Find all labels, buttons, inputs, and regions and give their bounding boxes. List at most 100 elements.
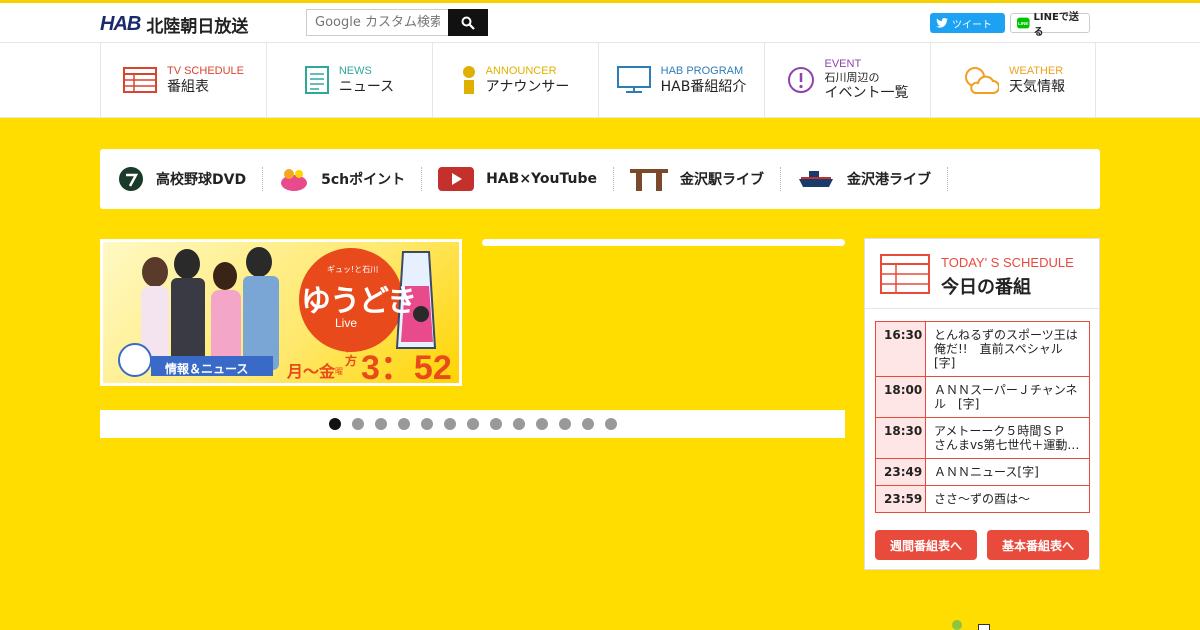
next-slide-preview[interactable] bbox=[482, 239, 845, 246]
logo-mark: HAB bbox=[100, 13, 141, 35]
quick-links-bar: 高校野球DVD 5chポイント HAB×YouTube 金沢駅ライブ 金沢港ライ… bbox=[100, 149, 1100, 209]
nav-en-label: HAB PROGRAM bbox=[660, 64, 744, 77]
quick-link-baseball-dvd[interactable]: 高校野球DVD bbox=[118, 167, 264, 191]
weather-sun-cloud-icon bbox=[965, 67, 999, 94]
schedule-title: ささ～ずの酉は～ bbox=[926, 486, 1089, 512]
banner-title: ゆうどき bbox=[301, 284, 417, 319]
banner-days: 月～金 bbox=[287, 362, 336, 381]
schedule-time: 23:59 bbox=[876, 486, 926, 512]
scroll-top-indicator[interactable] bbox=[952, 620, 962, 630]
search-icon bbox=[461, 16, 475, 30]
nav-en-label: NEWS bbox=[338, 64, 372, 77]
banner-tag: ギュッ!と石川 bbox=[327, 265, 379, 274]
carousel-dot[interactable] bbox=[535, 418, 548, 430]
quick-link-youtube[interactable]: HAB×YouTube bbox=[438, 167, 614, 191]
schedule-title: ＡＮＮスーパーＪチャンネル [字] bbox=[926, 377, 1089, 417]
todays-schedule-panel: TODAY' S SCHEDULE 今日の番組 16:30 とんねるずのスポーツ王… bbox=[864, 238, 1100, 570]
top-bar: HAB 北陸朝日放送 ツイート LINE LINEで送る bbox=[0, 0, 1200, 42]
announcer-person-icon bbox=[462, 66, 475, 94]
quick-link-kanazawa-station[interactable]: 金沢駅ライブ bbox=[629, 167, 781, 191]
nav-event[interactable]: EVENT 石川周辺の イベント一覧 bbox=[764, 43, 930, 117]
nav-jp-label: 天気情報 bbox=[1009, 78, 1065, 95]
youtube-play-icon bbox=[438, 167, 475, 191]
banner-evening: 夕方 bbox=[345, 340, 358, 368]
weekly-schedule-button[interactable]: 週間番組表へ bbox=[875, 530, 977, 560]
nav-news[interactable]: NEWS ニュース bbox=[266, 43, 432, 117]
schedule-row[interactable]: 23:59 ささ～ずの酉は～ bbox=[875, 486, 1090, 513]
schedule-row[interactable]: 18:00 ＡＮＮスーパーＪチャンネル [字] bbox=[875, 377, 1090, 418]
nav-tv-schedule[interactable]: TV SCHEDULE 番組表 bbox=[100, 43, 266, 117]
nav-hab-program[interactable]: HAB PROGRAM HAB番組紹介 bbox=[598, 43, 764, 117]
schedule-grid-icon bbox=[122, 67, 157, 93]
banner-info: 情報＆ニュース bbox=[165, 362, 249, 376]
schedule-time: 18:30 bbox=[876, 418, 926, 458]
nav-en-label: EVENT bbox=[824, 58, 862, 70]
nav-en-label: WEATHER bbox=[1009, 64, 1064, 77]
schedule-row[interactable]: 18:30 アメトーーク５時間ＳＰ さんまvs第七世代＋運動… bbox=[875, 418, 1090, 459]
carousel-dot[interactable] bbox=[558, 418, 571, 430]
nav-weather[interactable]: WEATHER 天気情報 bbox=[930, 43, 1096, 117]
schedule-time: 23:49 bbox=[876, 459, 926, 485]
quick-link-label: 金沢港ライブ bbox=[846, 172, 931, 188]
line-icon: LINE bbox=[1017, 17, 1030, 29]
mascot-5ch-icon bbox=[281, 169, 308, 191]
carousel-dot[interactable] bbox=[512, 418, 525, 430]
schedule-title: アメトーーク５時間ＳＰ さんまvs第七世代＋運動… bbox=[926, 418, 1089, 458]
nav-en-label: TV SCHEDULE bbox=[166, 64, 245, 77]
carousel-dot[interactable] bbox=[604, 418, 617, 430]
quick-link-5ch-point[interactable]: 5chポイント bbox=[279, 167, 423, 191]
schedule-grid-icon bbox=[880, 254, 930, 294]
svg-text:LINE: LINE bbox=[1018, 21, 1028, 26]
twitter-icon bbox=[936, 18, 948, 28]
quick-link-label: 金沢駅ライブ bbox=[679, 172, 764, 188]
tweet-label: ツイート bbox=[952, 19, 992, 31]
search-input[interactable] bbox=[306, 9, 448, 36]
schedule-en-title: TODAY' S SCHEDULE bbox=[941, 255, 1074, 270]
tsuzumi-gate-icon bbox=[629, 169, 668, 191]
nav-jp-label: イベント一覧 bbox=[824, 85, 909, 101]
schedule-title: とんねるずのスポーツ王は俺だ!! 直前スペシャル[字] bbox=[926, 322, 1089, 376]
main-nav: TV SCHEDULE 番組表 NEWS ニュース ANNOUNCER アナウンサー … bbox=[0, 42, 1200, 118]
program-banner-yudoki[interactable]: ギュッ!と石川 ゆうどき Live 情報＆ニュース 月～金 曜 夕方 3：52 bbox=[100, 239, 462, 386]
line-share-button[interactable]: LINE LINEで送る bbox=[1010, 12, 1090, 38]
schedule-time: 18:00 bbox=[876, 377, 926, 417]
news-document-icon bbox=[304, 66, 329, 94]
carousel-dot[interactable] bbox=[397, 418, 410, 430]
hosts-image bbox=[141, 247, 279, 370]
nav-jp-label: 番組表 bbox=[166, 78, 209, 95]
schedule-row[interactable]: 23:49 ＡＮＮニュース[字] bbox=[875, 459, 1090, 486]
carousel-dot[interactable] bbox=[443, 418, 456, 430]
schedule-title: ＡＮＮニュース[字] bbox=[926, 459, 1089, 485]
site-logo[interactable]: HAB 北陸朝日放送 bbox=[100, 12, 248, 37]
banner-cho: 曜 bbox=[335, 367, 343, 376]
carousel-dot[interactable] bbox=[489, 418, 502, 430]
mail-icon[interactable] bbox=[978, 624, 990, 630]
carousel-pagination bbox=[100, 410, 845, 438]
ship-icon bbox=[798, 171, 833, 187]
nav-jp-label: HAB番組紹介 bbox=[660, 78, 747, 95]
logo-text: 北陸朝日放送 bbox=[146, 17, 249, 37]
nav-jp-label: アナウンサー bbox=[485, 78, 570, 95]
schedule-row[interactable]: 16:30 とんねるずのスポーツ王は俺だ!! 直前スペシャル[字] bbox=[875, 321, 1090, 377]
quick-link-label: 5chポイント bbox=[321, 172, 406, 188]
nav-announcer[interactable]: ANNOUNCER アナウンサー bbox=[432, 43, 598, 117]
tv-monitor-icon bbox=[616, 66, 651, 93]
tweet-button[interactable]: ツイート bbox=[930, 13, 1005, 33]
schedule-header: TODAY' S SCHEDULE 今日の番組 bbox=[865, 239, 1099, 309]
quick-link-kanazawa-port[interactable]: 金沢港ライブ bbox=[797, 167, 948, 191]
carousel-dot[interactable] bbox=[581, 418, 594, 430]
schedule-buttons: 週間番組表へ 基本番組表へ bbox=[875, 530, 1089, 560]
carousel-dot[interactable] bbox=[466, 418, 479, 430]
schedule-list[interactable]: 16:30 とんねるずのスポーツ王は俺だ!! 直前スペシャル[字] 18:00 ＡＮ… bbox=[875, 321, 1090, 519]
nav-jp-small-label: 石川周辺の bbox=[824, 71, 880, 84]
carousel-dot[interactable] bbox=[420, 418, 433, 430]
basic-schedule-button[interactable]: 基本番組表へ bbox=[987, 530, 1089, 560]
search-button[interactable] bbox=[448, 9, 488, 36]
nav-en-label: ANNOUNCER bbox=[485, 64, 557, 77]
carousel-dot[interactable] bbox=[374, 418, 387, 430]
banner-time: 3：52 bbox=[361, 349, 452, 386]
schedule-jp-title: 今日の番組 bbox=[941, 277, 1031, 298]
carousel-dot[interactable] bbox=[328, 418, 341, 430]
banner-sub: Live bbox=[335, 316, 358, 330]
carousel-dot[interactable] bbox=[351, 418, 364, 430]
